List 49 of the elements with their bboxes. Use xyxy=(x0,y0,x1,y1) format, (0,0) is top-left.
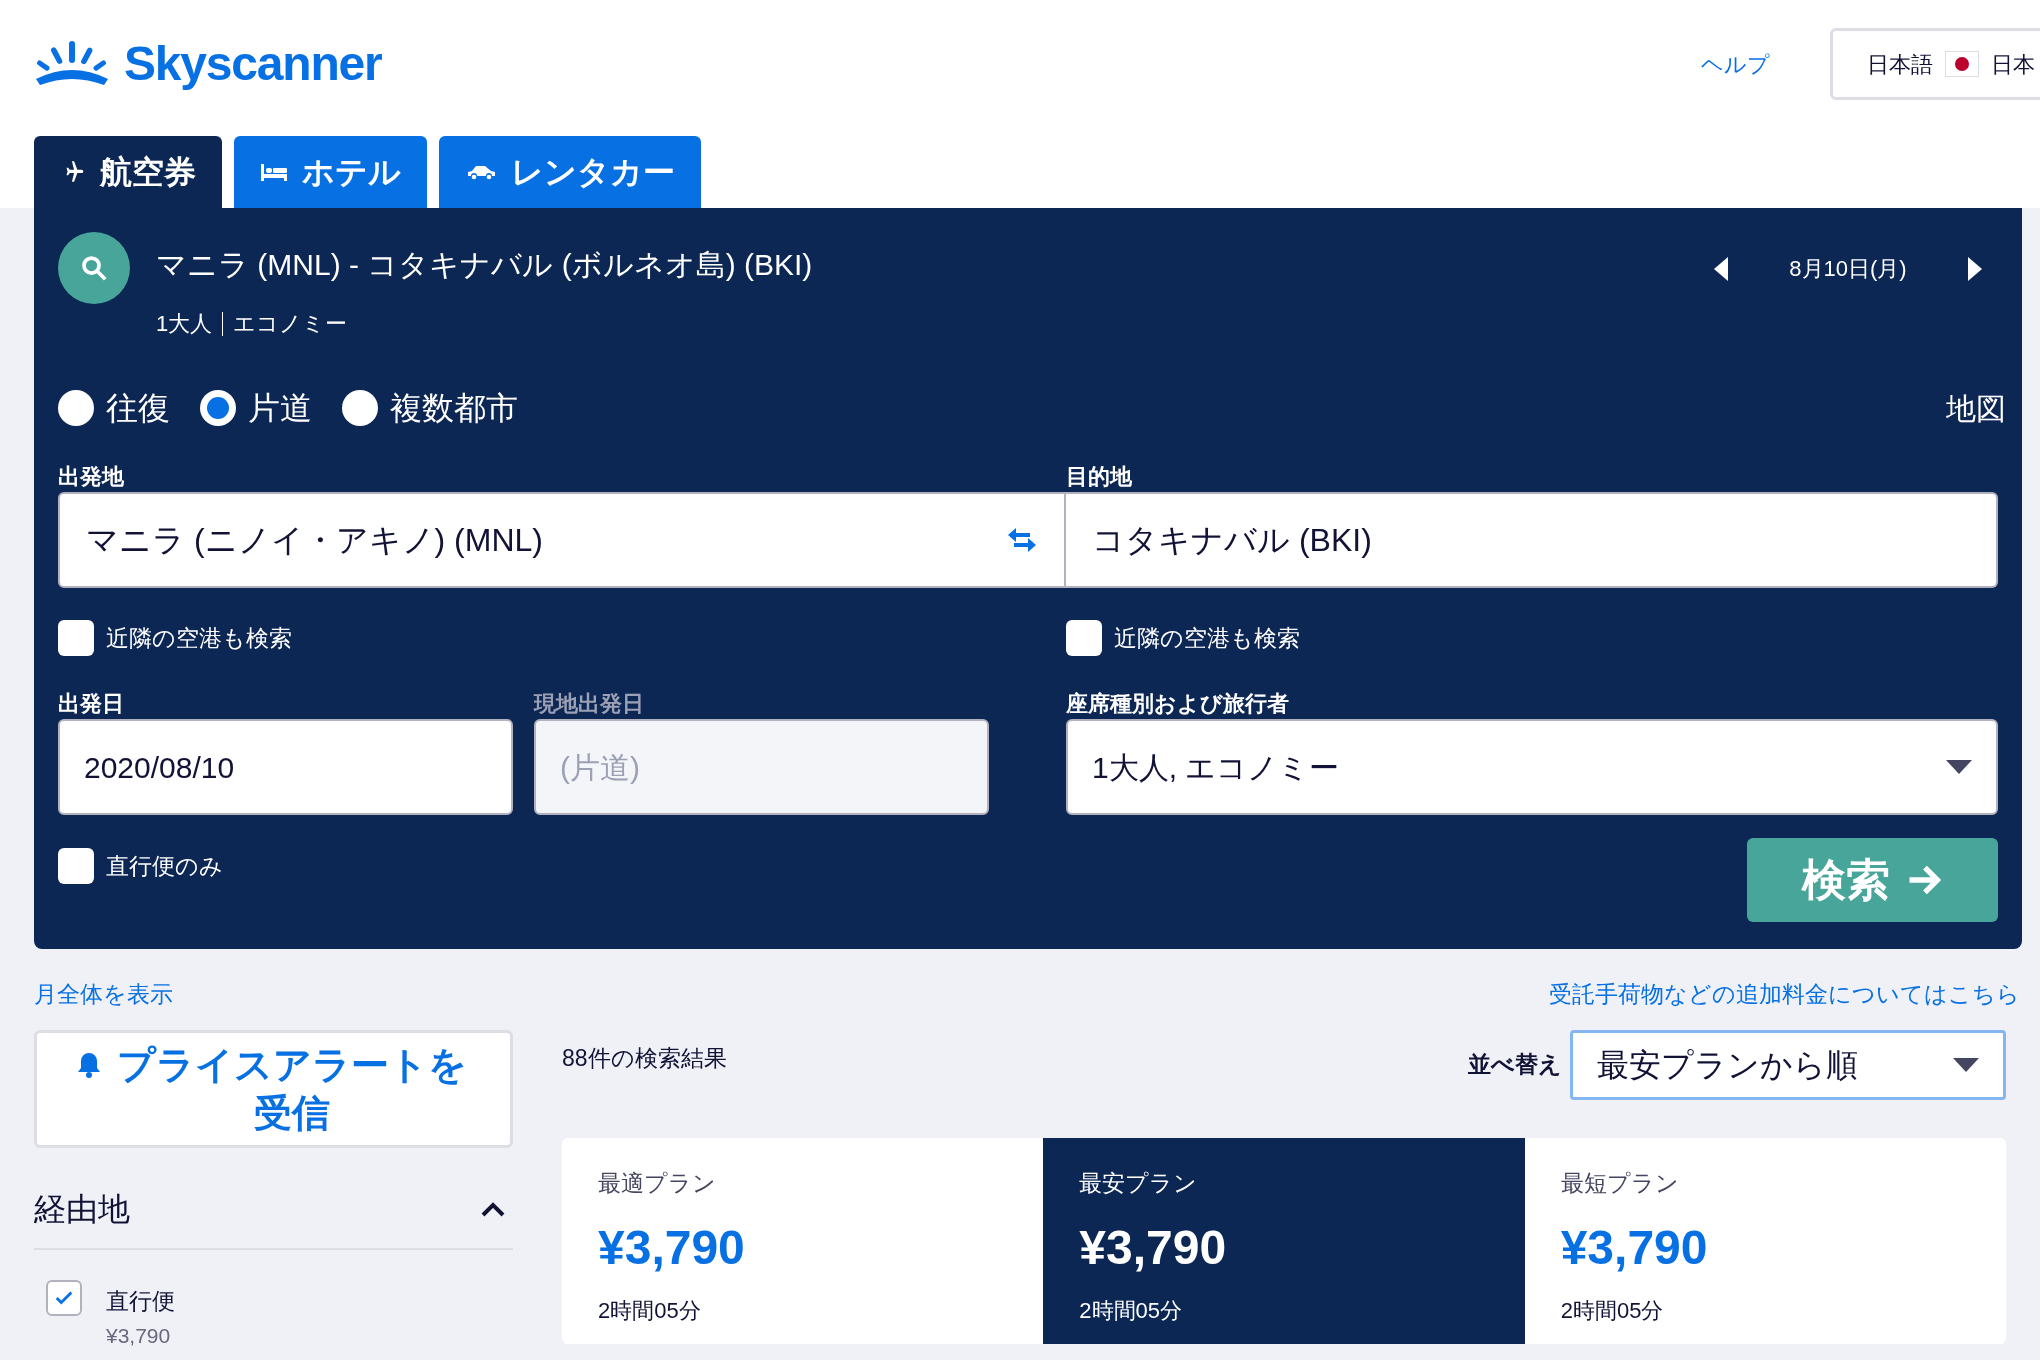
search-tab[interactable]: 航空券 xyxy=(34,136,222,208)
previous-day-icon[interactable] xyxy=(1714,256,1728,281)
fees-link[interactable]: 受託手荷物などの追加料金についてはこちら xyxy=(1549,977,2020,1012)
checkbox[interactable] xyxy=(58,848,94,884)
filter-heading: 経由地 xyxy=(34,1189,130,1229)
trip-type-radio[interactable]: 片道 xyxy=(200,384,312,432)
sort-option-card[interactable]: 最安プラン ¥3,790 2時間05分 xyxy=(1043,1137,1525,1344)
route-summary: マニラ (MNL) - コタキナバル (ボルネオ島) (BKI) xyxy=(156,247,813,283)
trip-type-radio[interactable]: 往復 xyxy=(58,384,170,432)
chevron-up-icon[interactable] xyxy=(481,1200,505,1217)
bell-icon xyxy=(77,1050,101,1079)
date-summary: 8月10日(月) xyxy=(1788,255,1908,283)
field-label: 座席種別および旅行者 xyxy=(1066,690,1290,718)
month-view-link[interactable]: 月全体を表示 xyxy=(34,977,173,1012)
checkbox-label: 近隣の空港も検索 xyxy=(1114,623,1300,653)
cabin-travellers-select[interactable]: 1大人, エコノミー xyxy=(1066,719,1998,815)
destination-field[interactable]: コタキナバル (BKI) xyxy=(1066,492,1998,588)
origin-field[interactable]: マニラ (ニノイ・アキノ) (MNL) xyxy=(58,492,1066,588)
trip-type-radio[interactable]: 複数都市 xyxy=(342,384,518,432)
sort-label: 並べ替え xyxy=(1468,1050,1562,1080)
checkbox[interactable] xyxy=(46,1279,82,1316)
field-label: 現地出発日 xyxy=(534,690,645,718)
passenger-summary: 1大人 xyxy=(156,310,213,338)
sort-select[interactable]: 最安プランから順 xyxy=(1570,1029,2006,1100)
filter-option-price: ¥3,790 xyxy=(106,1323,172,1349)
depart-date-field[interactable]: 2020/08/10 xyxy=(58,719,513,815)
help-link[interactable]: ヘルプ xyxy=(1701,47,1770,81)
dropdown-caret-icon xyxy=(1953,1057,1979,1072)
filter-option-label: 直行便 xyxy=(106,1286,175,1316)
checkbox[interactable] xyxy=(58,620,94,656)
dropdown-caret-icon xyxy=(1946,760,1972,774)
field-label: 出発日 xyxy=(58,690,125,718)
field-label: 出発地 xyxy=(58,463,125,491)
locale-button[interactable]: 日本語 日本 xyxy=(1830,28,2040,100)
checkbox-label: 近隣の空港も検索 xyxy=(106,623,292,653)
bed-icon xyxy=(260,161,288,183)
checkbox-label: 直行便のみ xyxy=(106,851,223,881)
next-day-icon[interactable] xyxy=(1968,256,1982,281)
swap-icon[interactable] xyxy=(1006,527,1038,553)
skyscanner-logo[interactable]: Skyscanner xyxy=(34,28,382,100)
map-link[interactable]: 地図 xyxy=(1946,385,2006,431)
checkbox[interactable] xyxy=(1066,620,1102,656)
japan-flag-icon xyxy=(1945,51,1979,77)
search-tab[interactable]: ホテル xyxy=(234,136,427,208)
cabin-summary: エコノミー xyxy=(233,310,348,338)
search-tab[interactable]: レンタカー xyxy=(439,136,701,208)
price-alert-button[interactable]: プライスアラートを受信 xyxy=(34,1029,513,1148)
result-count: 88件の検索結果 xyxy=(562,1044,727,1074)
field-label: 目的地 xyxy=(1066,463,1133,491)
